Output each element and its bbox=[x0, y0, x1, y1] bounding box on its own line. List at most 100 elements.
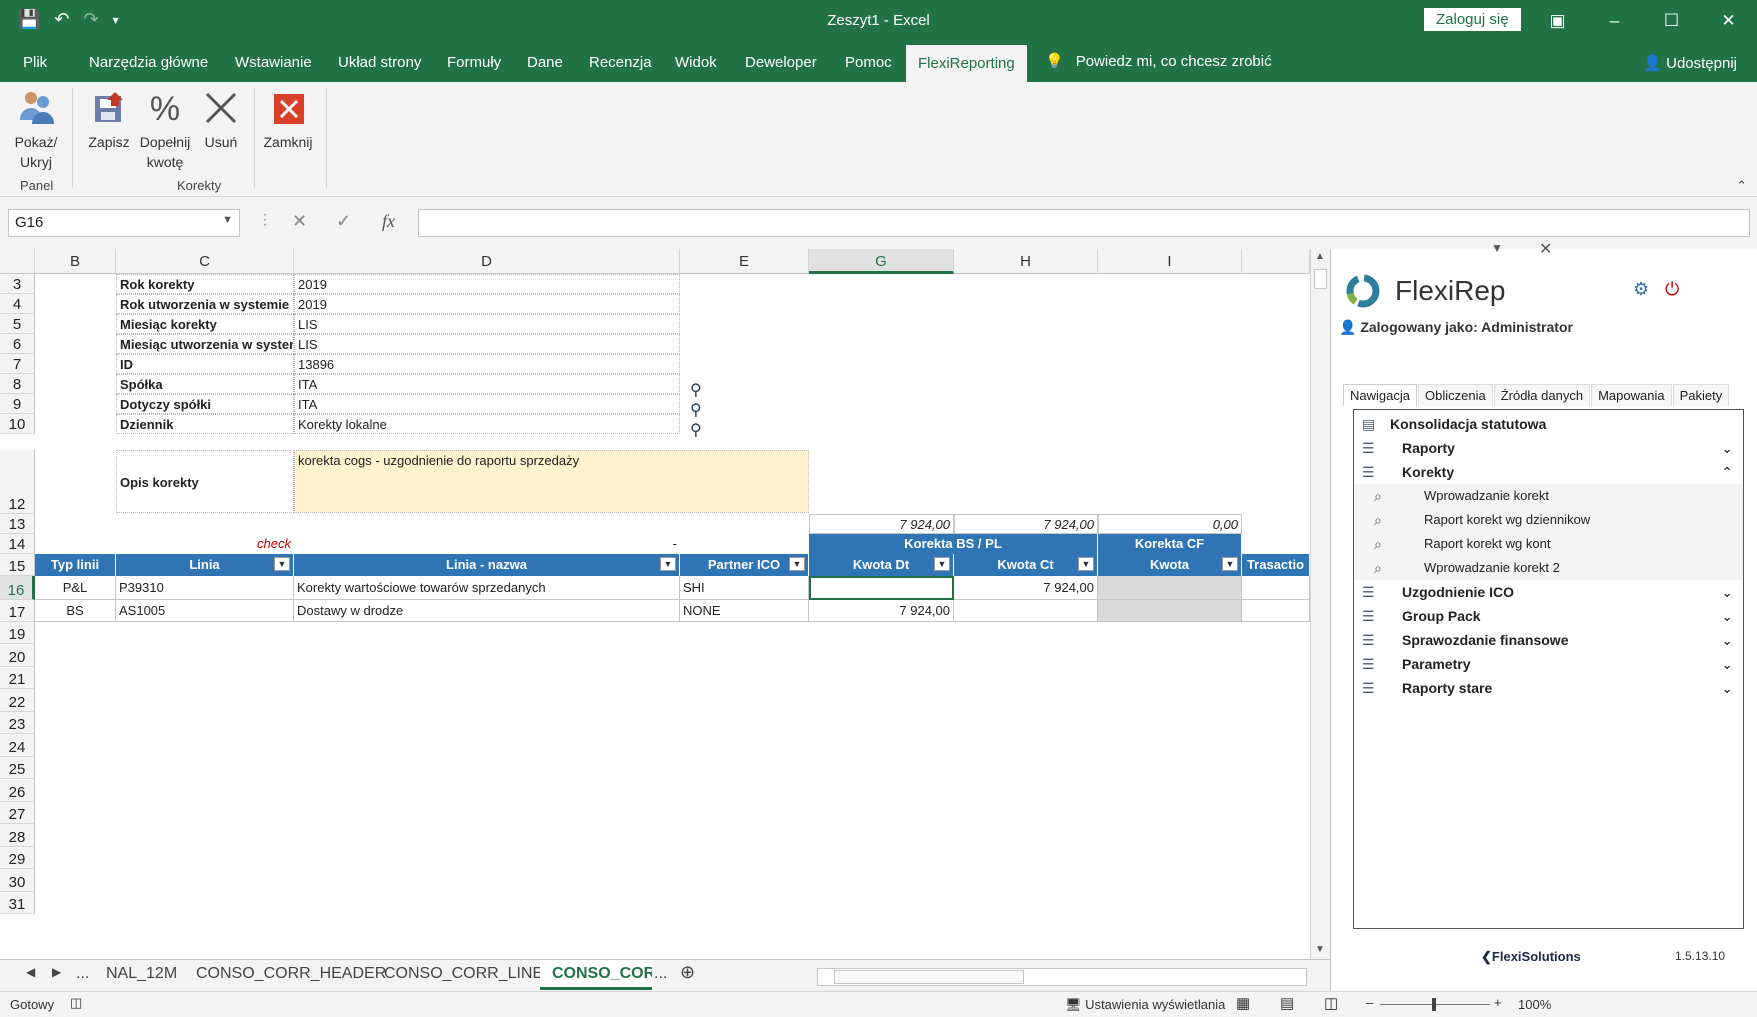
sheet-tab-active[interactable]: CONSO_CORR bbox=[540, 960, 652, 990]
row-header[interactable]: 4 bbox=[0, 294, 35, 314]
formula-input[interactable] bbox=[418, 209, 1750, 237]
row-header[interactable]: 26 bbox=[0, 779, 35, 802]
pane-tab-mapowania[interactable]: Mapowania bbox=[1591, 384, 1672, 406]
row-header[interactable]: 17 bbox=[0, 600, 35, 622]
th-dt[interactable]: Kwota Dt ▼ bbox=[809, 554, 954, 576]
tree-item[interactable]: ☰ Group Pack ⌄ bbox=[1354, 604, 1743, 628]
chevron-down-icon[interactable]: ⌄ bbox=[1721, 652, 1733, 676]
field-value[interactable]: ITA bbox=[294, 394, 680, 414]
th-nazwa[interactable]: Linia - nazwa ▼ bbox=[294, 554, 680, 576]
page-break-icon[interactable]: ◫ bbox=[1324, 994, 1338, 1012]
field-value[interactable]: 13896 bbox=[294, 354, 680, 374]
chevron-down-icon[interactable]: ⌄ bbox=[1721, 580, 1733, 604]
pane-close-icon[interactable]: ✕ bbox=[1539, 239, 1552, 259]
close-button[interactable]: Zamknij bbox=[258, 88, 318, 152]
table-cell[interactable]: BS bbox=[35, 600, 116, 622]
row-header[interactable]: 7 bbox=[0, 354, 35, 374]
next-sheet-icon[interactable]: ▶ bbox=[52, 965, 61, 979]
settings-gear-icon[interactable]: ⚙ bbox=[1633, 279, 1649, 300]
name-box[interactable]: G16 ▼ bbox=[8, 209, 240, 237]
filter-dropdown-icon[interactable]: ▼ bbox=[789, 557, 805, 571]
row-header[interactable]: 16 bbox=[0, 576, 35, 600]
search-icon[interactable]: ⚲ bbox=[690, 400, 702, 420]
hscroll-thumb[interactable] bbox=[834, 970, 1024, 984]
signin-button[interactable]: Zaloguj się bbox=[1424, 8, 1521, 31]
tree-item[interactable]: ⌕ Raport korekt wg kont bbox=[1354, 532, 1743, 556]
prev-sheet-icon[interactable]: ◀ bbox=[26, 965, 35, 979]
table-cell[interactable] bbox=[1242, 600, 1310, 622]
tab-review[interactable]: Recenzja bbox=[589, 54, 652, 71]
add-sheet-icon[interactable]: ⊕ bbox=[680, 962, 695, 983]
row-header[interactable]: 15 bbox=[0, 554, 35, 576]
column-header[interactable]: D bbox=[294, 249, 680, 274]
field-value[interactable]: 2019 bbox=[294, 294, 680, 314]
row-header[interactable]: 29 bbox=[0, 847, 35, 869]
table-cell[interactable] bbox=[1098, 600, 1242, 622]
chevron-down-icon[interactable]: ▼ bbox=[222, 214, 233, 226]
row-header[interactable]: 30 bbox=[0, 869, 35, 892]
field-value[interactable]: 2019 bbox=[294, 274, 680, 294]
cancel-icon[interactable]: ✕ bbox=[292, 211, 307, 232]
field-value[interactable]: Korekty lokalne bbox=[294, 414, 680, 434]
filter-dropdown-icon[interactable]: ▼ bbox=[1222, 557, 1238, 571]
column-header[interactable]: C bbox=[116, 249, 294, 274]
maximize-icon[interactable]: ☐ bbox=[1643, 0, 1700, 42]
horizontal-scrollbar[interactable] bbox=[817, 968, 1307, 986]
filter-dropdown-icon[interactable]: ▼ bbox=[660, 557, 676, 571]
table-cell[interactable]: SHI bbox=[680, 576, 809, 600]
close-icon[interactable]: ✕ bbox=[1700, 0, 1757, 42]
display-settings[interactable]: 🖥 Ustawienia wyświetlania bbox=[1065, 997, 1225, 1013]
field-value[interactable]: LIS bbox=[294, 314, 680, 334]
tree-item[interactable]: ⌕ Wprowadzanie korekt 2 bbox=[1354, 556, 1743, 580]
chevron-up-icon[interactable]: ⌃ bbox=[1721, 460, 1733, 484]
tab-layout[interactable]: Układ strony bbox=[338, 54, 421, 71]
pane-tab-pakiety[interactable]: Pakiety bbox=[1672, 384, 1730, 406]
row-header[interactable]: 3 bbox=[0, 274, 35, 294]
select-all[interactable] bbox=[0, 249, 35, 274]
sheet-tab[interactable]: CONSO_CORR_LINES bbox=[384, 965, 554, 983]
sheet-tab[interactable]: CONSO_CORR_HEADER bbox=[196, 965, 386, 983]
share-button[interactable]: 👤 Udostępnij bbox=[1643, 54, 1737, 72]
table-cell[interactable] bbox=[1098, 576, 1242, 600]
row-header[interactable]: 23 bbox=[0, 712, 35, 734]
row-header[interactable]: 22 bbox=[0, 689, 35, 712]
ribbon-display-icon[interactable]: ▣ bbox=[1529, 0, 1586, 42]
pane-tab-obliczenia[interactable]: Obliczenia bbox=[1417, 384, 1493, 406]
column-header[interactable]: B bbox=[35, 249, 116, 274]
row-header[interactable]: 5 bbox=[0, 314, 35, 334]
row-header[interactable]: 13 bbox=[0, 514, 35, 534]
th-linia[interactable]: Linia ▼ bbox=[116, 554, 294, 576]
row-header[interactable]: 27 bbox=[0, 802, 35, 824]
chevron-down-icon[interactable]: ⌄ bbox=[1721, 604, 1733, 628]
filter-dropdown-icon[interactable]: ▼ bbox=[274, 557, 290, 571]
zoom-level[interactable]: 100% bbox=[1518, 997, 1551, 1012]
zoom-slider-thumb[interactable] bbox=[1432, 998, 1436, 1011]
sheet-tab-more[interactable]: ... bbox=[76, 965, 89, 983]
scroll-down-icon[interactable]: ▼ bbox=[1315, 944, 1325, 955]
tree-root[interactable]: ▤ Konsolidacja statutowa bbox=[1354, 412, 1743, 436]
field-value[interactable]: LIS bbox=[294, 334, 680, 354]
tree-item[interactable]: ☰ Korekty ⌃ bbox=[1354, 460, 1743, 484]
column-header-selected[interactable]: G bbox=[809, 249, 954, 274]
row-header[interactable]: 19 bbox=[0, 622, 35, 644]
tree-item[interactable]: ⌕ Wprowadzanie korekt bbox=[1354, 484, 1743, 508]
macro-record-icon[interactable]: ◫ bbox=[70, 995, 82, 1011]
save-button[interactable]: Zapisz bbox=[84, 88, 134, 152]
chevron-down-icon[interactable]: ⌄ bbox=[1721, 676, 1733, 700]
table-cell[interactable] bbox=[1242, 576, 1310, 600]
chevron-down-icon[interactable]: ⌄ bbox=[1721, 628, 1733, 652]
filter-dropdown-icon[interactable]: ▼ bbox=[934, 557, 950, 571]
tab-view[interactable]: Widok bbox=[675, 54, 717, 71]
row-header[interactable]: 8 bbox=[0, 374, 35, 394]
enter-icon[interactable]: ✓ bbox=[336, 211, 351, 232]
row-header[interactable]: 21 bbox=[0, 667, 35, 689]
tab-insert[interactable]: Wstawianie bbox=[235, 54, 312, 71]
power-icon[interactable]: ⏻ bbox=[1665, 279, 1679, 300]
pane-options-icon[interactable]: ▼ bbox=[1491, 241, 1503, 255]
scroll-up-icon[interactable]: ▲ bbox=[1315, 251, 1325, 262]
th-ct[interactable]: Kwota Ct ▼ bbox=[954, 554, 1098, 576]
row-header[interactable]: 12 bbox=[0, 450, 35, 514]
scroll-thumb[interactable] bbox=[1314, 269, 1327, 289]
table-cell[interactable]: NONE bbox=[680, 600, 809, 622]
show-hide-button[interactable]: Pokaż/ Ukryj bbox=[8, 88, 64, 172]
